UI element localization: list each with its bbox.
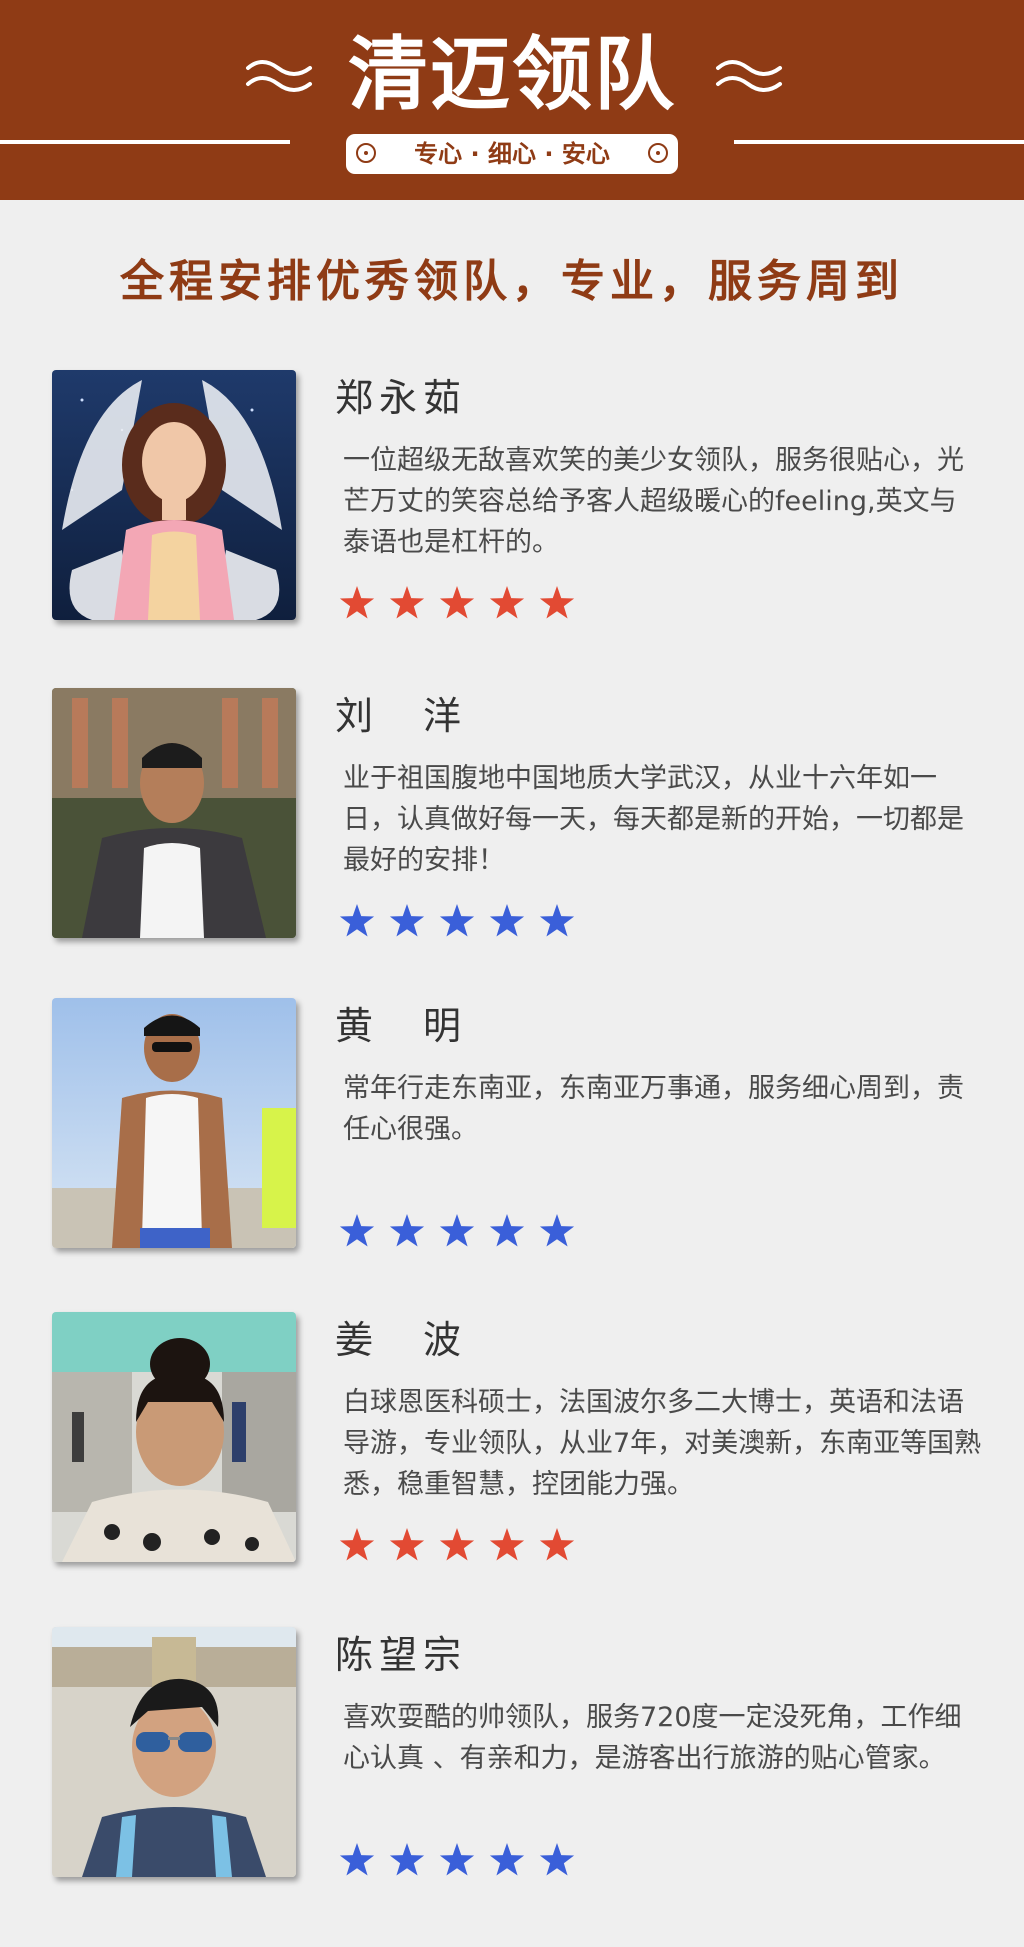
- star-icon: [389, 1214, 425, 1247]
- leader-card: 陈望宗 喜欢耍酷的帅领队，服务720度一定没死角，工作细心认真 、有亲和力，是游…: [0, 1627, 1024, 1887]
- leader-description: 喜欢耍酷的帅领队，服务720度一定没死角，工作细心认真 、有亲和力，是游客出行旅…: [343, 1702, 962, 1774]
- star-icon: [539, 586, 575, 619]
- leader-description: 一位超级无敌喜欢笑的美少女领队，服务很贴心，光芒万丈的笑容总给予客人超级暖心的f…: [343, 445, 964, 558]
- leader-name: 黄 明: [335, 1004, 468, 1048]
- portrait-photo-icon: [52, 998, 296, 1248]
- star-icon: [339, 1214, 375, 1247]
- star-icon: [389, 586, 425, 619]
- brand-title: 清迈领队: [348, 28, 676, 121]
- leader-description: 白球恩医科硕士，法国波尔多二大博士，英语和法语导游，专业领队，从业7年，对美澳新…: [343, 1387, 982, 1500]
- header-divider: [734, 140, 1024, 144]
- star-icon: [489, 586, 525, 619]
- star-icon: [439, 904, 475, 937]
- header-banner: 清迈领队 专心 · 细心 · 安心: [0, 0, 1024, 200]
- leader-photo: [52, 688, 296, 938]
- star-icon: [539, 904, 575, 937]
- rating-stars: [338, 902, 588, 942]
- star-icon: [489, 1214, 525, 1247]
- circle-dot-icon: [648, 143, 668, 163]
- leader-photo: [52, 370, 296, 620]
- portrait-photo-icon: [52, 1312, 296, 1562]
- star-icon: [439, 1214, 475, 1247]
- leader-description: 业于祖国腹地中国地质大学武汉，从业十六年如一日，认真做好每一天，每天都是新的开始…: [343, 763, 964, 876]
- section-subtitle: 全程安排优秀领队，专业，服务周到: [120, 256, 904, 307]
- star-icon: [389, 904, 425, 937]
- rating-stars: [338, 1841, 588, 1881]
- leader-photo: [52, 1627, 296, 1877]
- star-icon: [339, 904, 375, 937]
- star-icon: [489, 1528, 525, 1561]
- rating-stars: [338, 1212, 588, 1252]
- leader-photo: [52, 998, 296, 1248]
- star-icon: [539, 1528, 575, 1561]
- header-divider: [0, 140, 290, 144]
- slogan-badge: 专心 · 细心 · 安心: [346, 134, 678, 174]
- star-icon: [439, 1528, 475, 1561]
- star-icon: [489, 904, 525, 937]
- rating-stars: [338, 584, 588, 624]
- portrait-photo-icon: [52, 1627, 296, 1877]
- star-icon: [389, 1528, 425, 1561]
- star-icon: [439, 586, 475, 619]
- leader-card: 郑永茹 一位超级无敌喜欢笑的美少女领队，服务很贴心，光芒万丈的笑容总给予客人超级…: [0, 370, 1024, 630]
- star-icon: [339, 1528, 375, 1561]
- leader-description: 常年行走东南亚，东南亚万事通，服务细心周到，责任心很强。: [343, 1073, 964, 1145]
- star-icon: [339, 586, 375, 619]
- portrait-photo-icon: [52, 688, 296, 938]
- wave-decoration-icon: [716, 60, 782, 92]
- star-icon: [439, 1843, 475, 1876]
- leader-name: 郑永茹: [335, 376, 468, 420]
- rating-stars: [338, 1526, 588, 1566]
- leader-name: 姜 波: [335, 1318, 468, 1362]
- leader-card: 姜 波 白球恩医科硕士，法国波尔多二大博士，英语和法语导游，专业领队，从业7年，…: [0, 1312, 1024, 1572]
- circle-dot-icon: [356, 143, 376, 163]
- leader-name: 刘 洋: [335, 694, 468, 738]
- star-icon: [539, 1843, 575, 1876]
- leader-card: 黄 明 常年行走东南亚，东南亚万事通，服务细心周到，责任心很强。: [0, 998, 1024, 1258]
- portrait-photo-icon: [52, 370, 296, 620]
- star-icon: [389, 1843, 425, 1876]
- slogan-text: 专心 · 细心 · 安心: [414, 140, 610, 168]
- leader-photo: [52, 1312, 296, 1562]
- star-icon: [539, 1214, 575, 1247]
- star-icon: [339, 1843, 375, 1876]
- star-icon: [489, 1843, 525, 1876]
- leader-name: 陈望宗: [335, 1633, 468, 1677]
- leader-card: 刘 洋 业于祖国腹地中国地质大学武汉，从业十六年如一日，认真做好每一天，每天都是…: [0, 688, 1024, 948]
